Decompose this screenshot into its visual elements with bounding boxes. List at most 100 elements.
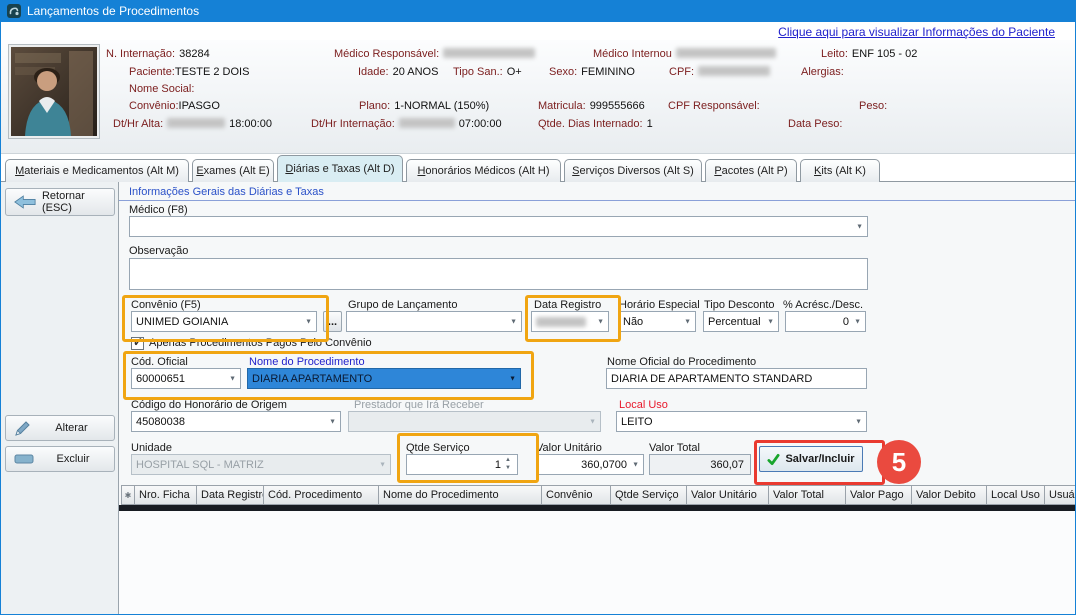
medico-internou: Médico Internou (593, 48, 776, 60)
retornar-label: Retornar (ESC) (42, 190, 106, 214)
salvar-incluir-button[interactable]: Salvar/Incluir (759, 446, 863, 472)
grupo-select[interactable] (346, 311, 522, 332)
tab-strip: Materiais e Medicamentos (Alt M) Exames (… (5, 155, 883, 182)
convenio-browse-button[interactable]: ... (323, 311, 342, 332)
pencil-icon (14, 420, 31, 437)
valor-unitario-label: Valor Unitário (536, 442, 602, 454)
cod-oficial-label: Cód. Oficial (131, 356, 188, 368)
alterar-button[interactable]: Alterar (5, 415, 115, 441)
qtde-servico-label: Qtde Serviço (406, 442, 470, 454)
grid-column-header[interactable]: Valor Pago (846, 485, 912, 505)
tab-1[interactable]: Materiais e Medicamentos (Alt M) (5, 159, 189, 182)
tab-4[interactable]: Honorários Médicos (Alt H) (406, 159, 561, 182)
section-title: Informações Gerais das Diárias e Taxas (129, 186, 324, 198)
nome-procedimento-select[interactable]: DIARIA APARTAMENTO (247, 368, 521, 389)
link-row: Clique aqui para visualizar Informações … (1, 22, 1075, 40)
redacted-value (536, 317, 586, 327)
grid-column-header[interactable]: Convênio (542, 485, 611, 505)
tab-3[interactable]: Diárias e Taxas (Alt D) (277, 155, 403, 182)
grid-column-header[interactable]: Valor Unitário (687, 485, 769, 505)
acresc-desc-input[interactable]: 0 (785, 311, 866, 332)
peso: Peso: (859, 100, 887, 112)
tipo-desconto-select[interactable]: Percentual (703, 311, 779, 332)
internacao-number: N. Internação: 38284 (106, 48, 210, 60)
cod-oficial-select[interactable]: 60000651 (131, 368, 241, 389)
tab-label: Kits (Alt K) (814, 165, 866, 177)
grid-column-header[interactable]: Cód. Procedimento (264, 485, 379, 505)
grid-body-empty[interactable] (119, 511, 1076, 615)
grid-column-header[interactable]: Valor Total (769, 485, 846, 505)
retornar-button[interactable]: Retornar (ESC) (5, 188, 115, 216)
back-arrow-icon (14, 194, 36, 210)
tab-7[interactable]: Kits (Alt K) (800, 159, 880, 182)
grid-column-header[interactable]: Nome do Procedimento (379, 485, 542, 505)
green-check-icon (767, 453, 780, 466)
procedure-entry-window: Lançamentos de Procedimentos Clique aqui… (0, 0, 1076, 615)
title-bar: Lançamentos de Procedimentos (1, 0, 1075, 22)
unidade-select[interactable]: HOSPITAL SQL - MATRIZ (131, 454, 391, 475)
grid-column-header[interactable]: Qtde Serviço (611, 485, 687, 505)
cpf-responsavel: CPF Responsável: (668, 100, 760, 112)
acresc-desc-label: % Acrésc./Desc. (783, 299, 863, 311)
section-divider (119, 200, 1076, 201)
sexo: Sexo:FEMININO (549, 66, 635, 78)
grid-column-header[interactable]: Usuário (1045, 485, 1076, 505)
nome-oficial-label: Nome Oficial do Procedimento (607, 356, 756, 368)
alterar-label: Alterar (37, 422, 106, 434)
tipo-desconto-label: Tipo Desconto (704, 299, 775, 311)
internacao-label: N. Internação: (106, 48, 175, 60)
leito: Leito:ENF 105 - 02 (821, 48, 917, 60)
internacao-value: 38284 (179, 48, 210, 60)
tab-5[interactable]: Serviços Diversos (Alt S) (564, 159, 702, 182)
step-badge: 5 (877, 440, 921, 484)
grid-column-header[interactable]: Valor Debito (912, 485, 987, 505)
patient-info-link[interactable]: Clique aqui para visualizar Informações … (778, 25, 1055, 39)
grid-column-header[interactable]: Nro. Ficha (135, 485, 197, 505)
tab-6[interactable]: Pacotes (Alt P) (705, 159, 797, 182)
prestador-select[interactable] (348, 411, 601, 432)
redacted-value (399, 118, 455, 128)
redacted-value (443, 48, 535, 58)
nome-oficial-input[interactable]: DIARIA DE APARTAMENTO STANDARD (606, 368, 867, 389)
prestador-label: Prestador que Irá Receber (354, 399, 484, 411)
cpf: CPF: (669, 66, 770, 78)
dthr-internacao: Dt/Hr Internação:07:00:00 (311, 118, 502, 130)
data-registro-select[interactable] (531, 311, 609, 332)
sidebar (1, 182, 119, 615)
local-uso-select[interactable]: LEITO (616, 411, 867, 432)
cod-honorario-select[interactable]: 45080038 (131, 411, 341, 432)
convenio-select[interactable]: UNIMED GOIANIA (131, 311, 317, 332)
tab-label: Diárias e Taxas (Alt D) (285, 163, 394, 175)
paciente: Paciente:TESTE 2 DOIS (129, 66, 249, 78)
redacted-value (698, 66, 770, 76)
apenas-pagos-label: Apenas Procedimentos Pagos Pelo Convênio (149, 337, 372, 349)
check-icon: ✓ (133, 335, 143, 349)
redacted-value (676, 48, 776, 58)
horario-especial-select[interactable]: Não (618, 311, 696, 332)
excluir-button[interactable]: Excluir (5, 446, 115, 472)
nome-social: Nome Social: (129, 83, 194, 95)
plano: Plano:1-NORMAL (150%) (359, 100, 489, 112)
window-title: Lançamentos de Procedimentos (27, 4, 199, 18)
spinner-arrows-icon[interactable]: ▲▼ (502, 457, 514, 472)
valor-total-label: Valor Total (649, 442, 700, 454)
grid-column-header[interactable]: Data Registro (197, 485, 264, 505)
excluir-label: Excluir (40, 453, 106, 465)
observacao-input[interactable] (129, 258, 868, 290)
convenio-paciente: Convênio:IPASGO (129, 100, 220, 112)
salvar-incluir-label: Salvar/Incluir (785, 453, 854, 465)
qtde-servico-stepper[interactable]: 1 ▲▼ (406, 454, 518, 475)
tab-label: Pacotes (Alt P) (714, 165, 787, 177)
alergias: Alergias: (801, 66, 844, 78)
grid-column-header[interactable]: Local Uso (987, 485, 1045, 505)
convenio-f5-label: Convênio (F5) (131, 299, 201, 311)
tab-2[interactable]: Exames (Alt E) (192, 159, 274, 182)
medico-select[interactable] (129, 216, 868, 237)
unidade-label: Unidade (131, 442, 172, 454)
valor-total-field: 360,07 (649, 454, 751, 475)
medico-responsavel: Médico Responsável: (334, 48, 535, 60)
apenas-pagos-checkbox[interactable]: ✓ (131, 337, 144, 350)
app-icon (7, 4, 21, 18)
tab-label: Exames (Alt E) (196, 165, 269, 177)
valor-unitario-input[interactable]: 360,0700 (536, 454, 644, 475)
